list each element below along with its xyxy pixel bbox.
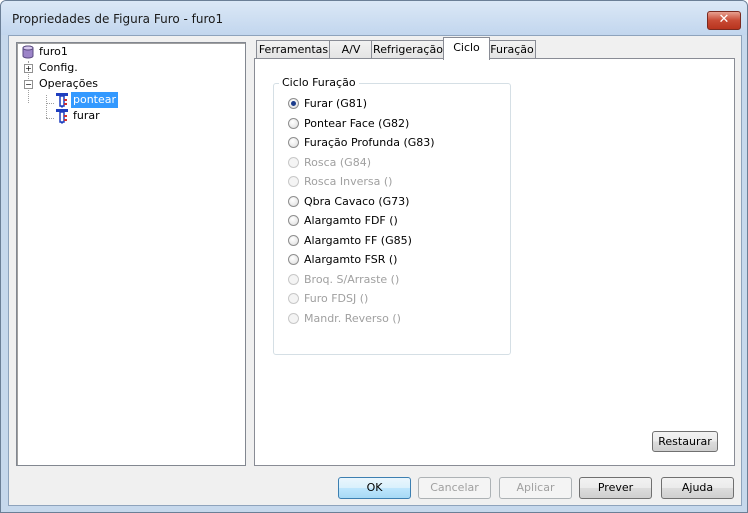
tree-item-label: Config. bbox=[39, 61, 78, 74]
radio-icon bbox=[288, 313, 299, 324]
tree-connector bbox=[46, 103, 54, 104]
ok-button[interactable]: OK bbox=[338, 477, 411, 499]
drill-tool-icon bbox=[56, 109, 68, 124]
window-title: Propriedades de Figura Furo - furo1 bbox=[12, 12, 224, 26]
radio-label: Rosca Inversa () bbox=[304, 175, 393, 188]
tree-item-label: pontear bbox=[71, 92, 119, 108]
apply-button: Aplicar bbox=[499, 477, 572, 499]
tree-connector bbox=[46, 118, 54, 119]
drill-tool-icon bbox=[56, 93, 68, 108]
radio-icon bbox=[288, 293, 299, 304]
radio-icon bbox=[288, 235, 299, 246]
radio-icon bbox=[288, 118, 299, 129]
restore-button[interactable]: Restaurar bbox=[652, 431, 718, 452]
database-cylinder-icon bbox=[22, 45, 34, 59]
radio-label: Pontear Face (G82) bbox=[304, 117, 410, 130]
cycle-group-title: Ciclo Furação bbox=[279, 76, 359, 89]
close-button[interactable]: ✕ bbox=[707, 11, 741, 30]
radio-label: Alargamto FDF () bbox=[304, 214, 398, 227]
expand-icon[interactable]: + bbox=[24, 64, 33, 73]
operations-tree[interactable]: furo1 + Config. − Operações pontear fura… bbox=[16, 42, 246, 466]
tree-connector bbox=[46, 95, 47, 118]
title-bar: Propriedades de Figura Furo - furo1 ✕ bbox=[1, 1, 747, 35]
collapse-icon[interactable]: − bbox=[24, 80, 33, 89]
radio-label: Broq. S/Arraste () bbox=[304, 273, 400, 286]
radio-label: Mandr. Reverso () bbox=[304, 312, 401, 325]
help-button[interactable]: Ajuda bbox=[661, 477, 734, 499]
tab-ciclo[interactable]: Ciclo bbox=[443, 37, 490, 60]
cancel-button: Cancelar bbox=[418, 477, 491, 499]
close-icon: ✕ bbox=[718, 12, 730, 27]
radio-checked-icon bbox=[288, 98, 299, 109]
dialog-body: furo1 + Config. − Operações pontear fura… bbox=[8, 35, 742, 506]
properties-dialog: Propriedades de Figura Furo - furo1 ✕ fu… bbox=[0, 0, 748, 513]
preview-button[interactable]: Prever bbox=[579, 477, 652, 499]
radio-label: Furo FDSJ () bbox=[304, 292, 369, 305]
radio-label: Furar (G81) bbox=[304, 97, 368, 110]
tab-ferramentas[interactable]: Ferramentas bbox=[256, 40, 331, 59]
radio-icon bbox=[288, 196, 299, 207]
radio-label: Alargamto FF (G85) bbox=[304, 234, 412, 247]
radio-label: Qbra Cavaco (G73) bbox=[304, 195, 410, 208]
tree-item-label: furar bbox=[73, 109, 100, 122]
tree-item-label: furo1 bbox=[39, 45, 68, 58]
radio-icon bbox=[288, 254, 299, 265]
tree-item-label: Operações bbox=[39, 77, 98, 90]
radio-icon bbox=[288, 137, 299, 148]
radio-icon bbox=[288, 157, 299, 168]
radio-label: Rosca (G84) bbox=[304, 156, 371, 169]
tab-av[interactable]: A/V bbox=[329, 40, 373, 59]
radio-label: Furação Profunda (G83) bbox=[304, 136, 435, 149]
tab-refrigeracao[interactable]: Refrigeração bbox=[371, 40, 445, 59]
tab-furacao[interactable]: Furação bbox=[488, 40, 536, 59]
radio-icon bbox=[288, 176, 299, 187]
radio-icon bbox=[288, 215, 299, 226]
radio-label: Alargamto FSR () bbox=[304, 253, 398, 266]
radio-icon bbox=[288, 274, 299, 285]
